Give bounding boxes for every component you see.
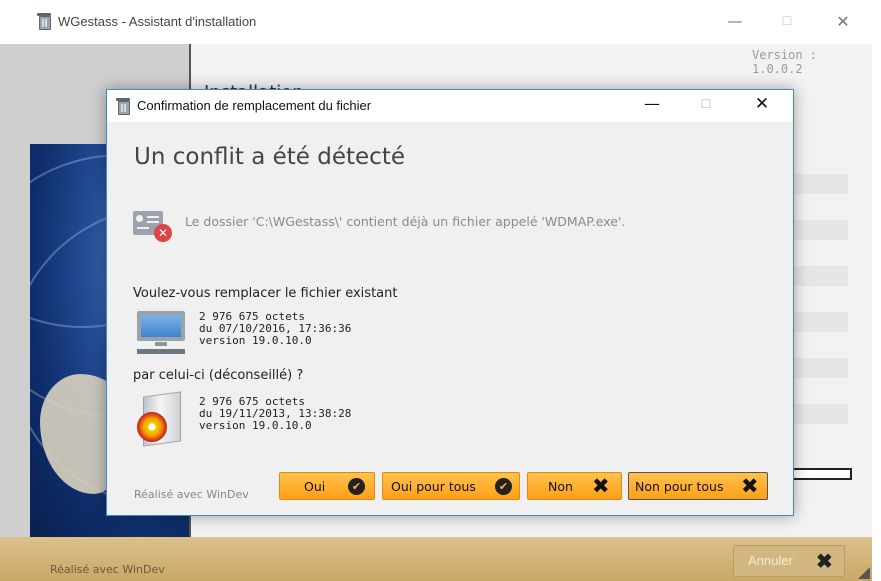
maximize-button[interactable]: ☐ [776, 14, 798, 28]
cancel-label: Annuler [748, 553, 793, 568]
windev-credit: Réalisé avec WinDev [134, 488, 249, 501]
no-button[interactable]: Non ✖ [527, 472, 622, 500]
no-label: Non [548, 479, 573, 494]
dialog-content: Un conflit a été détecté ✕ Le dossier 'C… [107, 122, 793, 515]
new-file-info: 2 976 675 octets du 19/11/2013, 13:38:28… [199, 396, 351, 432]
existing-file-version: version 19.0.10.0 [199, 334, 312, 347]
check-icon: ✔ [348, 478, 365, 495]
dialog-titlebar[interactable]: Confirmation de remplacement du fichier … [107, 90, 793, 122]
no-to-all-button[interactable]: Non pour tous ✖ [628, 472, 768, 500]
cancel-button[interactable]: Annuler ✖ [733, 545, 845, 577]
replace-question: Voulez-vous remplacer le fichier existan… [133, 286, 398, 301]
yes-button[interactable]: Oui ✔ [279, 472, 375, 500]
check-icon: ✔ [495, 478, 512, 495]
dialog-maximize-button[interactable]: ☐ [693, 97, 719, 111]
no-to-all-label: Non pour tous [635, 479, 724, 494]
replacement-question: par celui-ci (déconseillé) ? [133, 368, 304, 383]
x-icon: ✖ [741, 474, 759, 498]
list-stripe [790, 358, 848, 378]
x-icon: ✖ [816, 551, 833, 573]
resize-grip[interactable] [858, 567, 870, 579]
list-stripe [790, 174, 848, 194]
installer-footer: Réalisé avec WinDev Annuler ✖ [0, 537, 872, 581]
windev-credit: Réalisé avec WinDev [50, 563, 165, 576]
dialog-minimize-button[interactable]: — [639, 94, 665, 113]
conflict-folder-icon: ✕ [133, 207, 173, 247]
app-trash-icon [36, 13, 52, 30]
list-stripe [790, 312, 848, 332]
installer-title: WGestass - Assistant d'installation [58, 14, 257, 29]
close-button[interactable]: ✕ [832, 12, 854, 31]
list-stripe [790, 266, 848, 286]
computer-icon [137, 311, 187, 355]
new-file-version: version 19.0.10.0 [199, 419, 312, 432]
minimize-button[interactable]: — [724, 12, 746, 30]
x-icon: ✖ [592, 474, 610, 498]
yes-label: Oui [304, 479, 326, 494]
yes-to-all-button[interactable]: Oui pour tous ✔ [382, 472, 520, 500]
install-box-icon [137, 390, 181, 447]
existing-file-info: 2 976 675 octets du 07/10/2016, 17:36:36… [199, 311, 351, 347]
list-stripe [790, 404, 848, 424]
installer-titlebar[interactable]: WGestass - Assistant d'installation — ☐ … [0, 0, 881, 44]
version-label: Version : 1.0.0.2 [752, 48, 818, 76]
app-trash-icon [115, 98, 131, 115]
list-stripe [790, 220, 848, 240]
conflict-headline: Un conflit a été détecté [134, 144, 405, 170]
dialog-title: Confirmation de remplacement du fichier [137, 98, 372, 113]
conflict-message: Le dossier 'C:\WGestass\' contient déjà … [185, 214, 626, 229]
dialog-close-button[interactable]: ✕ [749, 94, 775, 114]
install-progress-bar [790, 468, 852, 480]
yes-to-all-label: Oui pour tous [391, 479, 476, 494]
replace-file-dialog: Confirmation de remplacement du fichier … [106, 89, 794, 516]
